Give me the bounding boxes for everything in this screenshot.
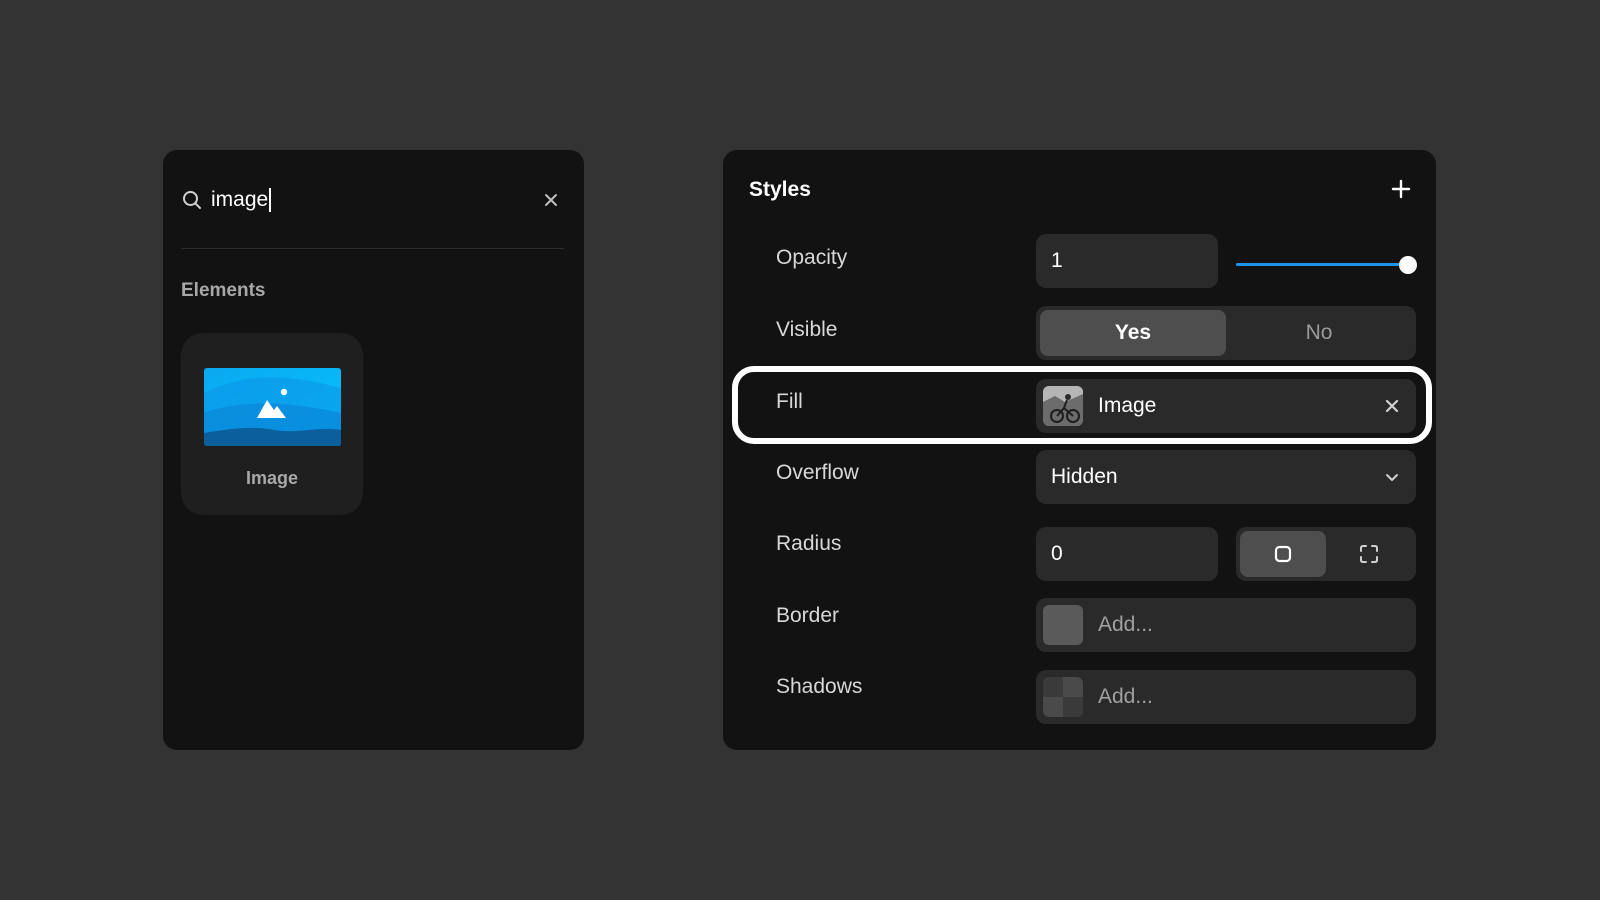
elements-section-title: Elements <box>181 280 266 301</box>
fill-field[interactable]: Image <box>1036 379 1416 433</box>
chevron-down-icon <box>1378 463 1406 491</box>
overflow-label: Overflow <box>776 461 859 484</box>
search-input-value: image <box>211 188 269 211</box>
close-icon <box>545 194 557 206</box>
opacity-slider-track <box>1236 263 1408 266</box>
radius-field[interactable]: 0 <box>1036 527 1218 581</box>
styles-panel: Styles Opacity 1 Visible Yes No Fill Ima… <box>723 150 1436 750</box>
radius-label: Radius <box>776 532 842 555</box>
fill-image-thumbnail <box>1043 386 1083 426</box>
element-card-image[interactable]: Image <box>181 333 363 515</box>
fill-clear-button[interactable] <box>1378 392 1406 420</box>
border-placeholder: Add... <box>1098 613 1153 636</box>
shadows-placeholder: Add... <box>1098 685 1153 708</box>
search-divider <box>181 248 564 249</box>
opacity-slider[interactable] <box>1236 255 1417 275</box>
radius-value: 0 <box>1051 542 1063 565</box>
fill-value: Image <box>1098 394 1157 417</box>
search-input[interactable]: image <box>211 188 537 212</box>
element-card-label: Image <box>245 468 299 488</box>
shadows-label: Shadows <box>776 675 863 698</box>
search-bar[interactable]: image <box>181 182 565 218</box>
uniform-radius-button[interactable] <box>1240 531 1326 577</box>
visible-yes-option[interactable]: Yes <box>1040 310 1226 356</box>
border-label: Border <box>776 604 840 627</box>
plus-icon <box>1391 179 1411 199</box>
individual-corners-icon <box>1360 545 1378 563</box>
border-add-field[interactable]: Add... <box>1036 598 1416 652</box>
border-swatch <box>1043 605 1083 645</box>
search-icon <box>181 189 203 211</box>
opacity-slider-thumb[interactable] <box>1399 256 1417 274</box>
add-style-button[interactable] <box>1386 174 1416 204</box>
image-placeholder-icon <box>204 368 341 446</box>
text-caret <box>269 188 271 212</box>
clear-search-button[interactable] <box>537 186 565 214</box>
opacity-field[interactable]: 1 <box>1036 234 1218 288</box>
uniform-corners-icon <box>1274 545 1292 563</box>
panel-title: Styles <box>749 178 811 201</box>
close-icon <box>1385 399 1399 413</box>
opacity-label: Opacity <box>776 246 848 269</box>
overflow-select[interactable]: Hidden <box>1036 450 1416 504</box>
insert-panel: image Elements Image <box>163 150 584 750</box>
shadows-swatch <box>1043 677 1083 717</box>
visible-no-option[interactable]: No <box>1226 310 1412 356</box>
shadows-add-field[interactable]: Add... <box>1036 670 1416 724</box>
visible-toggle: Yes No <box>1036 306 1416 360</box>
overflow-value: Hidden <box>1051 465 1118 488</box>
radius-mode-toggle <box>1236 527 1416 581</box>
visible-label: Visible <box>776 318 838 341</box>
opacity-value: 1 <box>1051 249 1063 272</box>
individual-radius-button[interactable] <box>1326 531 1412 577</box>
fill-label: Fill <box>776 390 803 413</box>
